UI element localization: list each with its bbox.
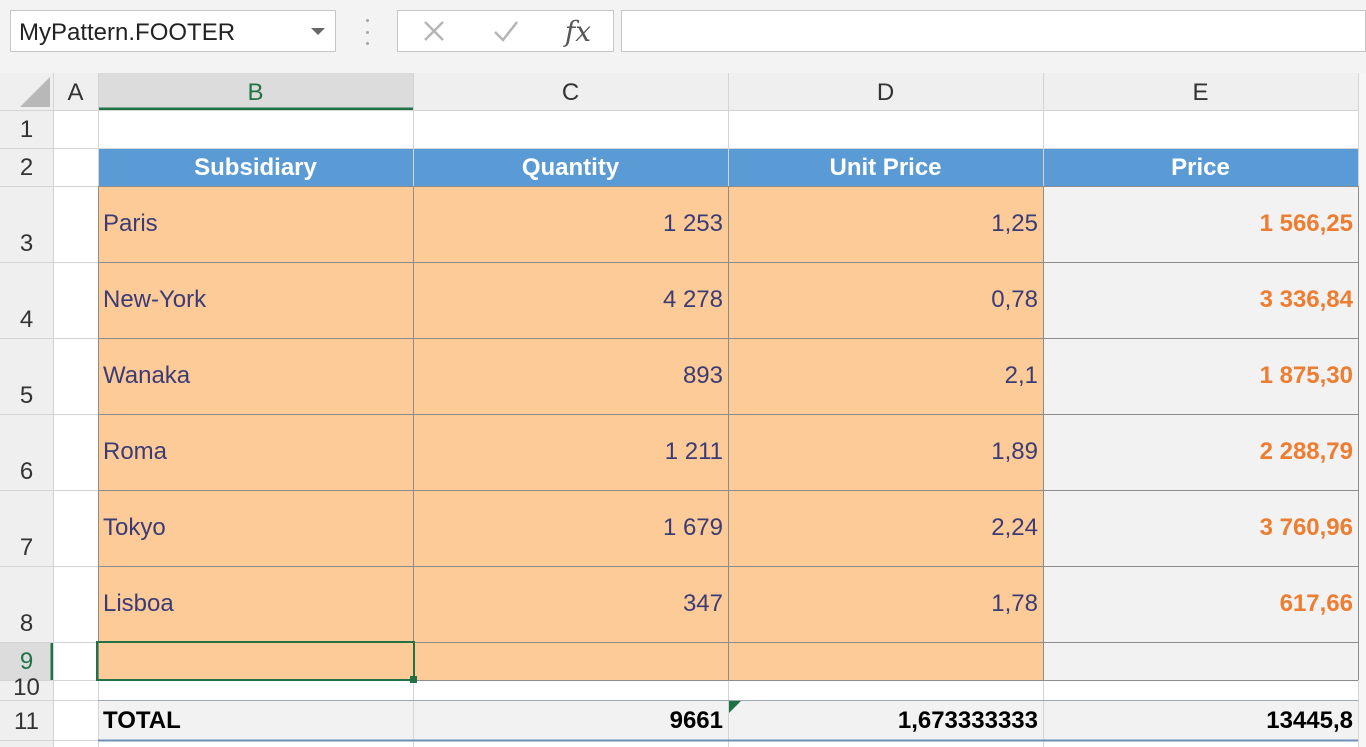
table-cell[interactable]: 2 288,79	[1048, 440, 1353, 464]
worksheet-grid[interactable]: A B C D E 1 2 3 4 5 6 7 8 9 10 11 Subsidiary Quantity Unit…	[0, 73, 1366, 747]
column-header-a[interactable]: A	[53, 81, 98, 105]
table-cell[interactable]: 893	[418, 364, 723, 388]
vertical-scrollbar-track	[1359, 73, 1366, 747]
column-header-b[interactable]: B	[98, 81, 413, 105]
total-row-cell[interactable]: 1,673333333	[733, 709, 1038, 733]
table-cell[interactable]: 1 875,30	[1048, 364, 1353, 388]
column-header-c[interactable]: C	[413, 81, 728, 105]
chevron-down-icon[interactable]	[311, 28, 325, 35]
row-header-1[interactable]: 1	[0, 118, 53, 142]
table-cell[interactable]: 1 211	[418, 440, 723, 464]
row-header-8[interactable]: 8	[0, 612, 53, 636]
spreadsheet-window: MyPattern.FOOTER fx ABCDE 1 2 3 4 5 6 7 8 9 1…	[0, 0, 1366, 747]
table-cell[interactable]: 1,89	[733, 440, 1038, 464]
table-cell[interactable]: 347	[418, 592, 723, 616]
table-cell[interactable]: Wanaka	[103, 364, 408, 388]
cancel-button[interactable]	[404, 11, 464, 51]
checkmark-icon	[494, 21, 518, 42]
table-cell[interactable]: 0,78	[733, 288, 1038, 312]
table-cell[interactable]: 2,1	[733, 364, 1038, 388]
table-cell[interactable]: 1,25	[733, 212, 1038, 236]
table-cell[interactable]: Paris	[103, 212, 408, 236]
row-header-10[interactable]: 10	[0, 676, 53, 700]
row-header-4[interactable]: 4	[0, 308, 53, 332]
grip-icon[interactable]	[360, 19, 374, 45]
table-cell[interactable]: Roma	[103, 440, 408, 464]
column-header-d[interactable]: D	[728, 81, 1043, 105]
table-cell[interactable]: New-York	[103, 288, 408, 312]
table-header-cell: Quantity	[521, 154, 620, 181]
formula-input[interactable]	[621, 10, 1366, 52]
column-header-e[interactable]: E	[1043, 81, 1358, 105]
table-cell[interactable]: 1 566,25	[1048, 212, 1353, 236]
table-cell[interactable]: 3 760,96	[1048, 516, 1353, 540]
table-header-cell: Price	[1171, 154, 1230, 181]
insert-function-button[interactable]: fx	[548, 11, 608, 51]
table-cell[interactable]: 617,66	[1048, 592, 1353, 616]
row-header-2[interactable]: 2	[0, 156, 53, 180]
enter-button[interactable]	[476, 11, 536, 51]
row-header-11[interactable]: 11	[0, 710, 53, 734]
table-header-cell: Subsidiary	[194, 154, 317, 181]
row-header-6[interactable]: 6	[0, 460, 53, 484]
row-header-9[interactable]: 9	[0, 650, 53, 674]
function-icon: fx	[564, 14, 592, 48]
name-box[interactable]: MyPattern.FOOTER	[10, 10, 336, 52]
table-cell[interactable]: 1 253	[418, 212, 723, 236]
formula-bar: MyPattern.FOOTER fx	[0, 0, 1366, 73]
close-icon	[424, 21, 444, 41]
total-row-cell[interactable]: TOTAL	[103, 709, 408, 733]
total-row-cell[interactable]: 13445,8	[1048, 709, 1353, 733]
row-header-3[interactable]: 3	[0, 232, 53, 256]
total-row-cell[interactable]: 9661	[418, 709, 723, 733]
row-header-5[interactable]: 5	[0, 384, 53, 408]
table-cell[interactable]: 1,78	[733, 592, 1038, 616]
formula-buttons: fx	[397, 10, 614, 52]
table-cell[interactable]: Lisboa	[103, 592, 408, 616]
row-header-7[interactable]: 7	[0, 536, 53, 560]
table-header-cell: Unit Price	[829, 154, 942, 181]
table-cell[interactable]: 2,24	[733, 516, 1038, 540]
table-cell[interactable]: 3 336,84	[1048, 288, 1353, 312]
name-box-value: MyPattern.FOOTER	[19, 19, 236, 46]
table-cell[interactable]: 1 679	[418, 516, 723, 540]
fill-handle	[410, 676, 417, 683]
table-cell[interactable]: 4 278	[418, 288, 723, 312]
table-cell[interactable]: Tokyo	[103, 516, 408, 540]
